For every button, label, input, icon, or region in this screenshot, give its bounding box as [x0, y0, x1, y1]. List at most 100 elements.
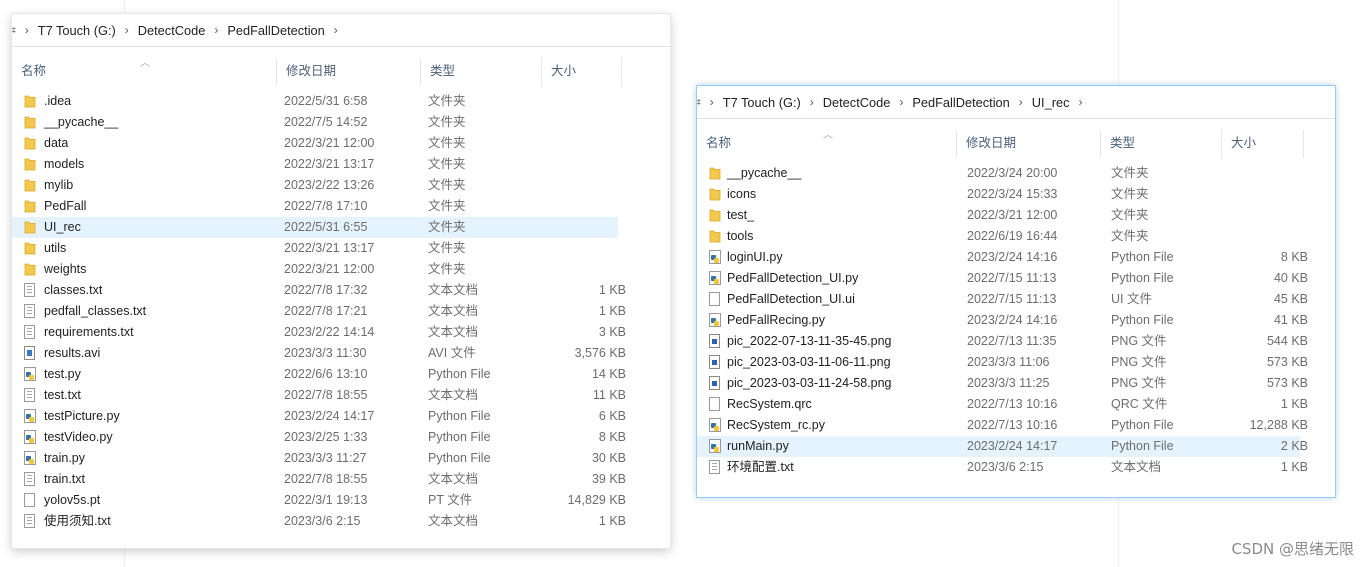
file-size: 8 KB [1280, 250, 1308, 264]
file-date: 2022/7/8 18:55 [284, 472, 368, 486]
file-type: Python File [1111, 418, 1174, 432]
column-header-date[interactable]: 修改日期 [957, 130, 1101, 158]
file-size: 6 KB [598, 409, 626, 423]
chevron-right-icon[interactable]: › [25, 23, 29, 37]
column-header-type[interactable]: 类型 [421, 58, 542, 86]
file-date: 2023/3/3 11:25 [967, 376, 1050, 390]
file-row[interactable]: yolov5s.pt 2022/3/1 19:13 PT 文件 14,829 KB [12, 490, 626, 511]
file-row[interactable]: pedfall_classes.txt 2022/7/8 17:21 文本文档 1 K… [12, 301, 626, 322]
file-type: AVI 文件 [428, 346, 476, 360]
file-date: 2023/3/3 11:30 [284, 346, 367, 360]
file-name: PedFallDetection_UI.py [727, 271, 859, 285]
python-file-icon [709, 439, 721, 453]
file-date: 2022/7/5 14:52 [284, 115, 368, 129]
file-name: testVideo.py [44, 430, 113, 444]
breadcrumb-item-drive[interactable]: T7 Touch (G:) [38, 23, 116, 38]
file-row[interactable]: RecSystem.qrc 2022/7/13 10:16 QRC 文件 1 KB [697, 394, 1308, 415]
breadcrumb-item-pedfalldetection[interactable]: PedFallDetection [912, 95, 1009, 110]
file-type: PNG 文件 [1111, 355, 1167, 369]
file-type: Python File [1111, 313, 1174, 327]
folder-row[interactable]: models 2022/3/21 13:17 文件夹 [12, 154, 618, 175]
file-size: 45 KB [1273, 292, 1308, 306]
file-date: 2022/7/8 17:21 [284, 304, 368, 318]
chevron-right-icon[interactable]: › [125, 23, 129, 37]
folder-row[interactable]: PedFall 2022/7/8 17:10 文件夹 [12, 196, 618, 217]
chevron-right-icon[interactable]: › [214, 23, 218, 37]
folder-row[interactable]: __pycache__ 2022/7/5 14:52 文件夹 [12, 112, 618, 133]
column-header-date[interactable]: 修改日期 [277, 58, 421, 86]
file-type: 文件夹 [428, 241, 466, 255]
folder-row[interactable]: data 2022/3/21 12:00 文件夹 [12, 133, 618, 154]
breadcrumb-item-detectcode[interactable]: DetectCode [823, 95, 891, 110]
folder-row[interactable]: weights 2022/3/21 12:00 文件夹 [12, 259, 618, 280]
folder-row[interactable]: icons 2022/3/24 15:33 文件夹 [697, 184, 1300, 205]
address-bar[interactable]: ⌗ › T7 Touch (G:) › DetectCode › PedFall… [697, 86, 1335, 119]
folder-row[interactable]: mylib 2023/2/22 13:26 文件夹 [12, 175, 618, 196]
file-row[interactable]: pic_2022-07-13-11-35-45.png 2022/7/13 11:… [697, 331, 1308, 352]
file-row[interactable]: 使用须知.txt 2023/3/6 2:15 文本文档 1 KB [12, 511, 626, 532]
this-pc-crumb-partial[interactable]: ⌗ [12, 23, 16, 38]
file-row[interactable]: classes.txt 2022/7/8 17:32 文本文档 1 KB [12, 280, 626, 301]
column-header-name[interactable]: ︿ 名称 [12, 58, 277, 86]
file-date: 2022/5/31 6:55 [284, 220, 368, 234]
file-row[interactable]: 环境配置.txt 2023/3/6 2:15 文本文档 1 KB [697, 457, 1308, 478]
file-date: 2022/7/15 11:13 [967, 292, 1057, 306]
chevron-right-icon[interactable]: › [1019, 95, 1023, 109]
address-bar[interactable]: ⌗ › T7 Touch (G:) › DetectCode › PedFall… [12, 14, 670, 47]
file-row[interactable]: pic_2023-03-03-11-24-58.png 2023/3/3 11:2… [697, 373, 1308, 394]
folder-row[interactable]: utils 2022/3/21 13:17 文件夹 [12, 238, 618, 259]
folder-row[interactable]: UI_rec 2022/5/31 6:55 文件夹 [12, 217, 618, 238]
file-row[interactable]: PedFallDetection_UI.ui 2022/7/15 11:13 UI … [697, 289, 1308, 310]
file-row[interactable]: runMain.py 2023/2/24 14:17 Python File 2 KB [697, 436, 1308, 457]
column-header-name-label: 名称 [21, 64, 47, 78]
python-file-icon [709, 271, 721, 285]
chevron-right-icon[interactable]: › [334, 23, 338, 37]
file-name: train.py [44, 451, 85, 465]
file-name: icons [727, 187, 757, 201]
file-size: 14,829 KB [567, 493, 626, 507]
python-file-icon [24, 451, 36, 465]
chevron-right-icon[interactable]: › [710, 95, 714, 109]
file-row[interactable]: train.txt 2022/7/8 18:55 文本文档 39 KB [12, 469, 626, 490]
file-type: 文件夹 [1111, 187, 1149, 201]
file-row[interactable]: PedFallDetection_UI.py 2022/7/15 11:13 Pyt… [697, 268, 1308, 289]
file-name: train.txt [44, 472, 85, 486]
chevron-right-icon[interactable]: › [810, 95, 814, 109]
file-row[interactable]: train.py 2023/3/3 11:27 Python File 30 KB [12, 448, 626, 469]
breadcrumb-item-pedfalldetection[interactable]: PedFallDetection [227, 23, 324, 38]
file-size: 12,288 KB [1249, 418, 1308, 432]
file-row[interactable]: PedFallRecing.py 2023/2/24 14:16 Python Fi… [697, 310, 1308, 331]
file-row[interactable]: results.avi 2023/3/3 11:30 AVI 文件 3,576 KB [12, 343, 626, 364]
file-row[interactable]: requirements.txt 2023/2/22 14:14 文本文档 3 KB [12, 322, 626, 343]
file-name: pic_2023-03-03-11-06-11.png [727, 355, 891, 369]
column-header-type[interactable]: 类型 [1101, 130, 1222, 158]
chevron-right-icon[interactable]: › [1079, 95, 1083, 109]
column-header-size[interactable]: 大小 [1222, 130, 1304, 158]
file-row[interactable]: loginUI.py 2023/2/24 14:16 Python File 8 KB [697, 247, 1308, 268]
column-header-row: ︿ 名称 修改日期 类型 大小 [12, 58, 670, 86]
breadcrumb-item-ui-rec[interactable]: UI_rec [1032, 95, 1070, 110]
this-pc-crumb-partial[interactable]: ⌗ [697, 95, 701, 110]
file-row[interactable]: test.py 2022/6/6 13:10 Python File 14 KB [12, 364, 626, 385]
column-header-size[interactable]: 大小 [542, 58, 622, 86]
file-row[interactable]: testVideo.py 2023/2/25 1:33 Python File 8 K… [12, 427, 626, 448]
file-type: 文本文档 [428, 325, 479, 339]
breadcrumb-item-detectcode[interactable]: DetectCode [138, 23, 206, 38]
file-row[interactable]: pic_2023-03-03-11-06-11.png 2023/3/3 11:0… [697, 352, 1308, 373]
file-type: 文本文档 [1111, 460, 1162, 474]
file-row[interactable]: RecSystem_rc.py 2022/7/13 10:16 Python Fil… [697, 415, 1308, 436]
file-row[interactable]: test.txt 2022/7/8 18:55 文本文档 11 KB [12, 385, 626, 406]
folder-row[interactable]: __pycache__ 2022/3/24 20:00 文件夹 [697, 163, 1300, 184]
folder-row[interactable]: test_ 2022/3/21 12:00 文件夹 [697, 205, 1300, 226]
breadcrumb-item-drive[interactable]: T7 Touch (G:) [723, 95, 801, 110]
text-file-icon [24, 283, 35, 297]
chevron-right-icon[interactable]: › [899, 95, 903, 109]
python-file-icon [709, 313, 721, 327]
column-header-name[interactable]: ︿ 名称 [697, 130, 957, 158]
file-date: 2022/5/31 6:58 [284, 94, 368, 108]
folder-row[interactable]: .idea 2022/5/31 6:58 文件夹 [12, 91, 618, 112]
file-name: pedfall_classes.txt [44, 304, 147, 318]
folder-row[interactable]: tools 2022/6/19 16:44 文件夹 [697, 226, 1300, 247]
text-file-icon [24, 325, 35, 339]
file-row[interactable]: testPicture.py 2023/2/24 14:17 Python File… [12, 406, 626, 427]
